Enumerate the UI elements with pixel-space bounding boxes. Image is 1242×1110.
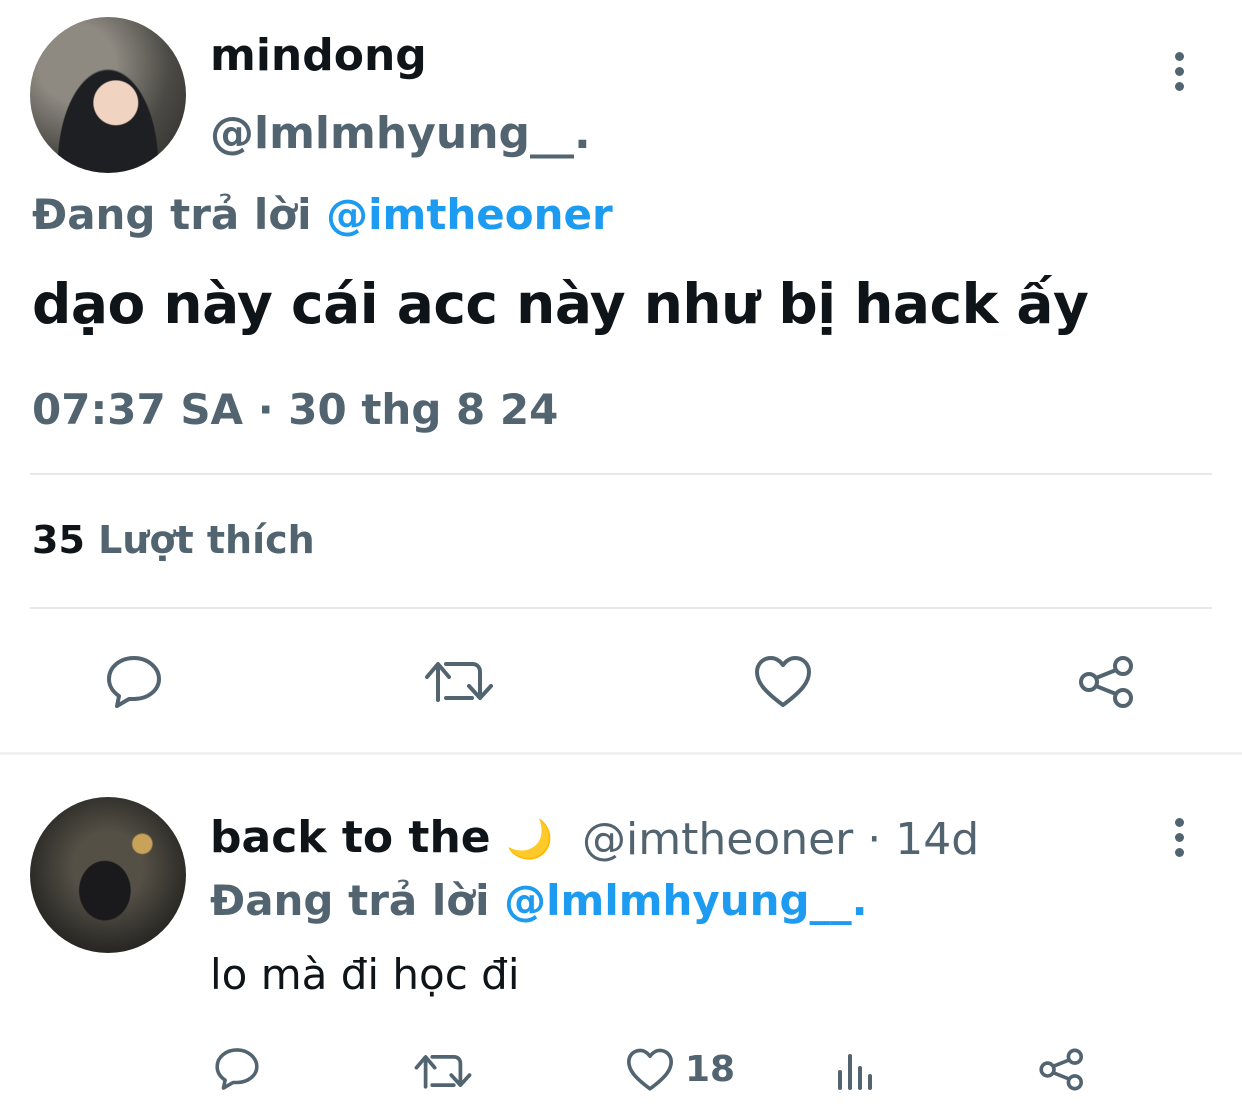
author-name[interactable]: mindong bbox=[210, 30, 427, 81]
reply-author-name[interactable]: back to the 🌙 bbox=[210, 812, 553, 863]
tweet-timestamp[interactable]: 07:37 SA · 30 thg 8 24 bbox=[32, 385, 558, 434]
divider bbox=[30, 607, 1212, 609]
likes-summary[interactable]: 35 Lượt thích bbox=[32, 518, 315, 562]
more-icon[interactable] bbox=[1172, 52, 1186, 91]
reply-text: lo mà đi học đi bbox=[210, 950, 520, 999]
reply-prefix: Đang trả lời bbox=[32, 190, 312, 239]
reply-meta-separator: · bbox=[867, 814, 882, 865]
views-icon[interactable] bbox=[836, 1050, 876, 1090]
reply-replying-to: Đang trả lời @lmlmhyung__. bbox=[210, 876, 868, 925]
reply-retweet-icon[interactable] bbox=[414, 1050, 472, 1092]
likes-count: 35 bbox=[32, 518, 85, 562]
likes-label: Lượt thích bbox=[98, 518, 315, 562]
divider bbox=[30, 473, 1212, 475]
share-icon[interactable] bbox=[1077, 654, 1137, 710]
retweet-icon[interactable] bbox=[424, 656, 494, 706]
reply-author-avatar[interactable] bbox=[30, 797, 186, 953]
reply-to-mention[interactable]: @imtheoner bbox=[326, 190, 613, 239]
moon-emoji: 🌙 bbox=[505, 817, 554, 861]
reply-comment-icon[interactable] bbox=[214, 1046, 260, 1092]
reply-age[interactable]: 14d bbox=[895, 814, 979, 865]
author-handle[interactable]: @lmlmhyung__. bbox=[210, 108, 591, 159]
reply-like-count: 18 bbox=[685, 1049, 736, 1090]
author-avatar[interactable] bbox=[30, 17, 186, 173]
reply-more-icon[interactable] bbox=[1172, 818, 1186, 857]
reply-author-handle[interactable]: @imtheoner bbox=[582, 814, 853, 865]
reply-share-icon[interactable] bbox=[1038, 1047, 1086, 1092]
reply-reply-to-mention[interactable]: @lmlmhyung__. bbox=[504, 876, 867, 925]
reply-like-icon[interactable] bbox=[626, 1048, 674, 1092]
like-icon[interactable] bbox=[754, 655, 812, 709]
section-divider bbox=[0, 752, 1242, 755]
tweet-text: dạo này cái acc này như bị hack ấy bbox=[32, 272, 1089, 336]
replying-to: Đang trả lời @imtheoner bbox=[32, 190, 613, 239]
reply-author-name-text: back to the bbox=[210, 812, 491, 863]
reply-meta: @imtheoner · 14d bbox=[582, 814, 979, 865]
reply-reply-prefix: Đang trả lời bbox=[210, 876, 490, 925]
comment-icon[interactable] bbox=[105, 654, 163, 710]
